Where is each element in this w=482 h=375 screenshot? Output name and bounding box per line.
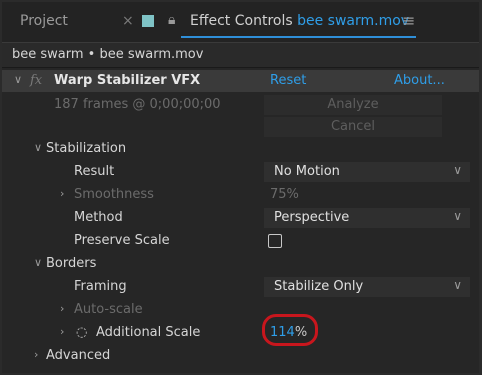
borders-group[interactable]: ∨ Borders (2, 253, 479, 275)
analyze-button[interactable]: Analyze (264, 95, 442, 115)
tab-close-icon[interactable]: × (122, 13, 134, 29)
method-label: Method (74, 210, 123, 225)
tab-project[interactable]: Project (20, 13, 68, 29)
cancel-row: Cancel (2, 116, 479, 138)
additional-scale-label: Additional Scale (96, 325, 201, 340)
preserve-scale-checkbox[interactable] (268, 234, 282, 248)
framing-dropdown[interactable]: Stabilize Only ∨ (264, 277, 470, 297)
chevron-down-icon: ∨ (453, 278, 462, 292)
effect-header-row[interactable]: ∨ fx Warp Stabilizer VFX Reset About... (2, 70, 479, 92)
framing-label: Framing (74, 279, 127, 294)
smoothness-label: Smoothness (74, 187, 154, 202)
chevron-right-icon[interactable]: › (60, 187, 64, 200)
fx-icon[interactable]: fx (30, 73, 42, 88)
tab-bar: Project × 🔒︎ Effect Controls bee swarm.m… (2, 2, 479, 40)
chevron-right-icon[interactable]: › (34, 348, 38, 361)
stabilization-label: Stabilization (46, 141, 127, 156)
advanced-group[interactable]: › Advanced (2, 345, 479, 367)
result-value: No Motion (274, 164, 340, 179)
smoothness-value[interactable]: 75% (270, 187, 299, 202)
tab-effect-controls-label: Effect Controls (190, 13, 293, 29)
breadcrumb-text: bee swarm • bee swarm.mov (12, 47, 204, 62)
chevron-down-icon[interactable]: ∨ (34, 256, 42, 269)
stabilization-group[interactable]: ∨ Stabilization (2, 138, 479, 160)
method-row: Method Perspective ∨ (2, 207, 479, 229)
chevron-down-icon[interactable]: ∨ (34, 141, 42, 154)
frames-info: 187 frames @ 0;00;00;00 (54, 97, 221, 112)
method-dropdown[interactable]: Perspective ∨ (264, 208, 470, 228)
method-value: Perspective (274, 210, 350, 225)
cancel-button[interactable]: Cancel (264, 117, 442, 137)
result-label: Result (74, 164, 115, 179)
active-tab-indicator (181, 36, 416, 38)
tab-effect-controls-file: bee swarm.mov (297, 13, 410, 29)
cancel-label: Cancel (330, 119, 376, 134)
effect-name: Warp Stabilizer VFX (54, 73, 201, 88)
chevron-down-icon: ∨ (453, 163, 462, 177)
analyze-row: 187 frames @ 0;00;00;00 Analyze (2, 94, 479, 116)
analyze-label: Analyze (327, 97, 379, 112)
additional-scale-row: › ◌ Additional Scale 114% (2, 322, 479, 344)
about-button[interactable]: About... (394, 73, 445, 88)
result-row: Result No Motion ∨ (2, 161, 479, 183)
result-dropdown[interactable]: No Motion ∨ (264, 162, 470, 182)
chevron-down-icon: ∨ (453, 209, 462, 223)
panel-menu-icon[interactable]: ≡ (402, 11, 415, 30)
chevron-right-icon[interactable]: › (60, 302, 64, 315)
effect-controls-panel: ∨ fx Warp Stabilizer VFX Reset About... … (2, 68, 479, 373)
callout-highlight (262, 314, 318, 346)
breadcrumb: bee swarm • bee swarm.mov (2, 42, 479, 68)
autoscale-row: › Auto-scale (2, 299, 479, 321)
stopwatch-icon[interactable]: ◌ (76, 325, 87, 340)
borders-label: Borders (46, 256, 97, 271)
chevron-right-icon[interactable]: › (60, 325, 64, 338)
advanced-label: Advanced (46, 348, 111, 363)
preserve-scale-label: Preserve Scale (74, 233, 170, 248)
smoothness-row: › Smoothness 75% (2, 184, 479, 206)
label-color-swatch (142, 15, 154, 27)
chevron-down-icon[interactable]: ∨ (14, 73, 22, 86)
preserve-scale-row: Preserve Scale (2, 230, 479, 252)
lock-icon[interactable]: 🔒︎ (168, 12, 175, 28)
effect-controls-window: Project × 🔒︎ Effect Controls bee swarm.m… (2, 2, 479, 373)
reset-button[interactable]: Reset (270, 73, 306, 88)
framing-row: Framing Stabilize Only ∨ (2, 276, 479, 298)
tab-effect-controls[interactable]: Effect Controls bee swarm.mov (190, 13, 409, 29)
framing-value: Stabilize Only (274, 279, 364, 294)
autoscale-label: Auto-scale (74, 302, 143, 317)
